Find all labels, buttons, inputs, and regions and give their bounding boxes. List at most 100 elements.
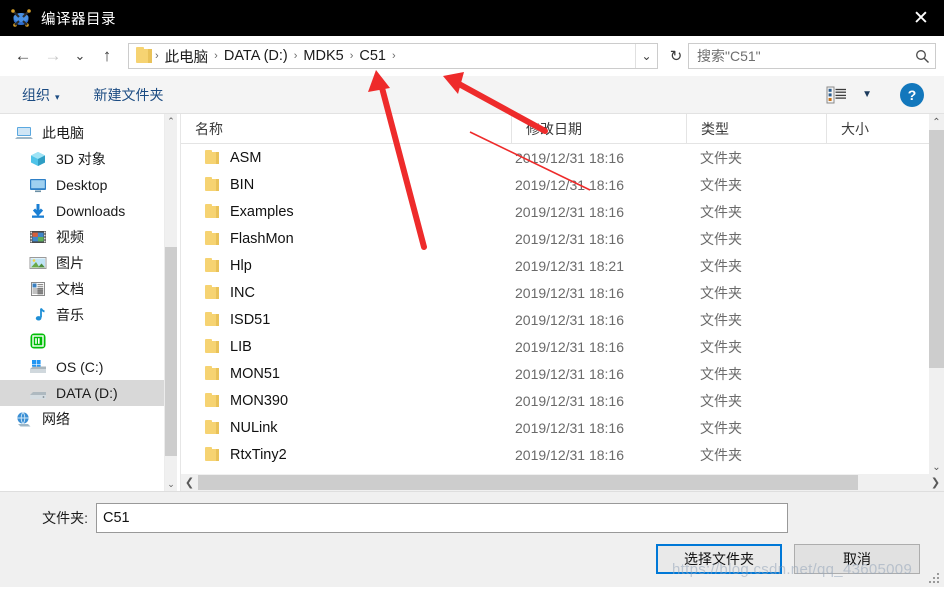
breadcrumb-item-mdk5[interactable]: MDK5 [298,48,348,64]
sidebar-item-音乐[interactable]: 音乐 [0,302,177,328]
folder-icon [136,47,153,63]
table-row[interactable]: NULink 2019/12/31 18:16 文件夹 [181,414,944,441]
file-name-cell: ISD51 [181,311,511,328]
file-type-cell: 文件夹 [700,419,742,436]
close-icon[interactable]: ✕ [898,0,944,36]
chevron-down-icon[interactable]: ⌄ [635,44,657,68]
table-row[interactable]: Hlp 2019/12/31 18:21 文件夹 [181,252,944,279]
sidebar-item-label: 视频 [56,229,84,245]
sidebar-item-osc[interactable]: OS (C:) [0,354,177,380]
file-date-cell: 2019/12/31 18:16 [515,365,624,382]
folder-icon [205,311,220,326]
file-date-cell: 2019/12/31 18:16 [515,176,624,193]
os-drive-icon [28,358,48,376]
scroll-down-icon[interactable]: ⌄ [165,477,177,491]
navigation-bar: ← → ⌄ ↑ › 此电脑 › DATA (D:) › MDK5 › C51 ›… [0,36,944,76]
table-row[interactable]: RtxTiny2 2019/12/31 18:16 文件夹 [181,441,944,468]
help-button[interactable]: ? [900,82,924,107]
sort-ascending-icon: ⌃ [553,114,562,120]
scroll-left-icon[interactable]: ❮ [181,474,198,491]
keil-uvision-icon [10,7,32,29]
scroll-up-icon[interactable]: ⌃ [165,114,177,128]
table-row[interactable]: ISD51 2019/12/31 18:16 文件夹 [181,306,944,333]
sidebar-scroll-thumb[interactable] [165,247,177,456]
organize-menu[interactable]: 组织 ▾ [14,82,68,108]
file-date-cell: 2019/12/31 18:16 [515,203,624,220]
table-row[interactable]: ASM 2019/12/31 18:16 文件夹 [181,144,944,171]
sidebar-item-label: OS (C:) [56,359,104,375]
3d-objects-icon [28,150,48,168]
network-icon [14,410,34,428]
address-bar[interactable]: › 此电脑 › DATA (D:) › MDK5 › C51 › ⌄ [128,43,658,69]
sidebar-scrollbar[interactable]: ⌃ ⌄ [164,114,177,491]
documents-icon [28,280,48,298]
scroll-right-icon[interactable]: ❯ [927,474,944,491]
search-icon[interactable] [909,49,935,64]
table-row[interactable]: INC 2019/12/31 18:16 文件夹 [181,279,944,306]
file-list-horizontal-scrollbar[interactable]: ❮ ❯ [181,474,944,491]
file-date-cell: 2019/12/31 18:16 [515,419,624,436]
file-type-cell: 文件夹 [700,446,742,463]
back-button[interactable]: ← [8,41,38,71]
new-folder-button[interactable]: 新建文件夹 [86,82,172,108]
forward-button[interactable]: → [38,41,68,71]
music-icon [28,306,48,324]
table-row[interactable]: BIN 2019/12/31 18:16 文件夹 [181,171,944,198]
folder-icon [205,149,220,164]
hscroll-thumb[interactable] [198,475,858,490]
search-input[interactable] [689,48,909,64]
column-header-size[interactable]: 大小 [826,114,906,143]
breadcrumb-item-data-d[interactable]: DATA (D:) [219,48,293,64]
file-list-scroll-thumb[interactable] [929,130,944,368]
breadcrumb-separator[interactable]: › [391,50,397,62]
file-type-cell: 文件夹 [700,311,742,328]
column-header-date[interactable]: 修改日期 [511,114,686,143]
file-name-label: MON390 [230,392,289,409]
search-box[interactable] [688,43,936,69]
file-name-label: MON51 [230,365,280,382]
hscroll-track[interactable] [198,474,927,491]
table-row[interactable]: MON390 2019/12/31 18:16 文件夹 [181,387,944,414]
table-row[interactable]: FlashMon 2019/12/31 18:16 文件夹 [181,225,944,252]
breadcrumb-item-c51[interactable]: C51 [354,48,391,64]
breadcrumb-item-this-pc[interactable]: 此电脑 [160,46,214,67]
file-name-label: FlashMon [230,230,294,247]
folder-icon [205,230,220,245]
chevron-down-icon: ▾ [55,91,60,102]
refresh-icon[interactable]: ↻ [664,43,688,69]
folder-name-input[interactable] [96,503,788,533]
recent-locations-button[interactable]: ⌄ [68,41,92,71]
sidebar-item-downloads[interactable]: Downloads [0,198,177,224]
view-options-icon[interactable] [826,86,848,104]
file-type-cell: 文件夹 [700,203,742,220]
scroll-up-icon[interactable]: ⌃ [929,114,944,130]
sidebar-item-图片[interactable]: 图片 [0,250,177,276]
sidebar-item-desktop[interactable]: Desktop [0,172,177,198]
sidebar-item-label: 网络 [42,411,70,427]
column-header-name[interactable]: 名称 [181,114,511,143]
file-list-vertical-scrollbar[interactable]: ⌃ ⌄ [929,114,944,475]
resize-grip[interactable] [929,573,940,584]
scroll-down-icon[interactable]: ⌄ [929,459,944,475]
sidebar-item-视频[interactable]: 视频 [0,224,177,250]
downloads-icon [28,202,48,220]
column-header-type[interactable]: 类型 [686,114,826,143]
sidebar-item-此电脑[interactable]: 此电脑 [0,120,177,146]
sidebar-item-label: 此电脑 [42,125,84,141]
sidebar-item-网络[interactable]: 网络 [0,406,177,432]
desktop-icon [28,176,48,194]
file-type-cell: 文件夹 [700,176,742,193]
table-row[interactable]: LIB 2019/12/31 18:16 文件夹 [181,333,944,360]
view-options-caret-icon[interactable]: ▼ [854,89,880,100]
up-button[interactable]: ↑ [92,41,122,71]
file-rows: ASM 2019/12/31 18:16 文件夹 BIN 2019/12/31 18:1… [181,144,944,491]
sidebar-item-iqiyi[interactable] [0,328,177,354]
sidebar-item-datad[interactable]: DATA (D:) [0,380,177,406]
file-name-cell: INC [181,284,511,301]
window-title: 编译器目录 [41,11,116,28]
sidebar-list: 此电脑 3D 对象 Desktop Downloads 视频图片 文档 音乐 OS (C:) D… [0,114,177,432]
table-row[interactable]: Examples 2019/12/31 18:16 文件夹 [181,198,944,225]
sidebar-item-文档[interactable]: 文档 [0,276,177,302]
sidebar-item-3d对象[interactable]: 3D 对象 [0,146,177,172]
table-row[interactable]: MON51 2019/12/31 18:16 文件夹 [181,360,944,387]
